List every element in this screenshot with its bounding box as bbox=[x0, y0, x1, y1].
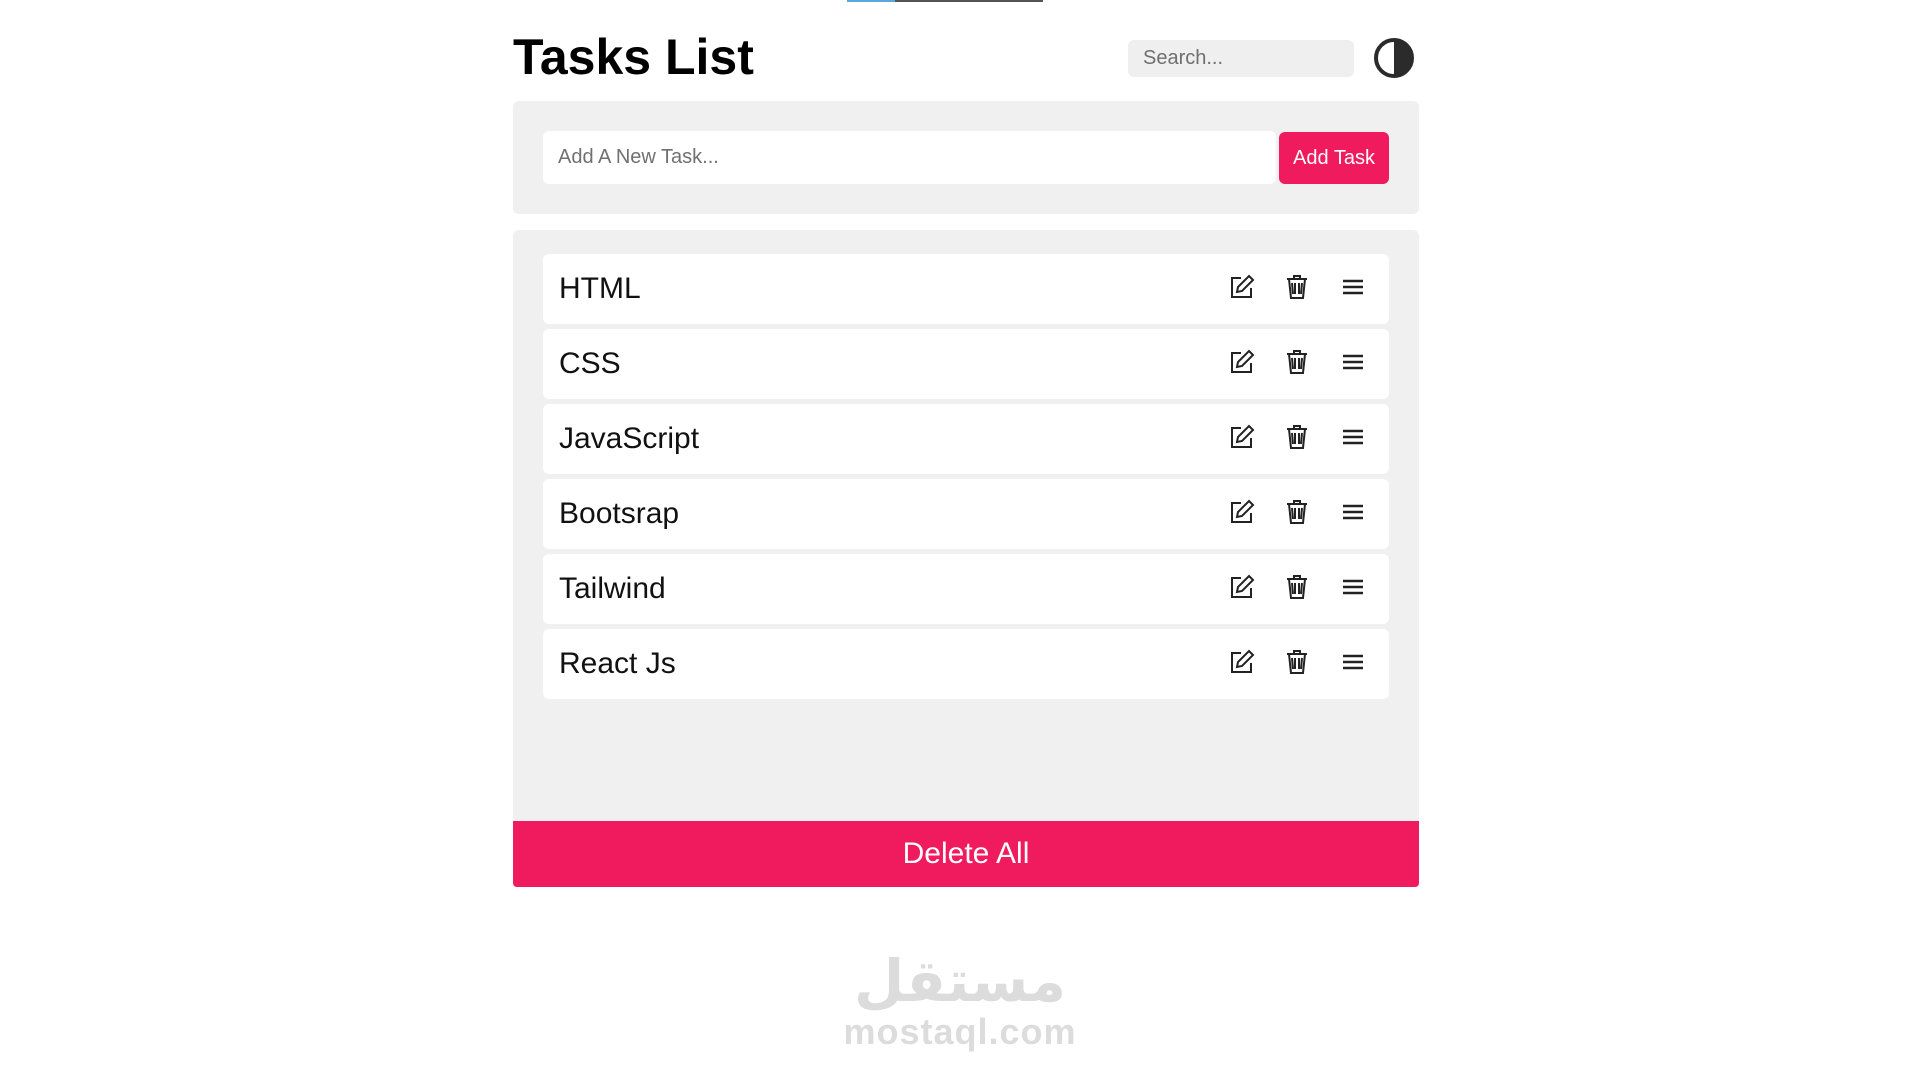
task-label: JavaScript bbox=[559, 422, 700, 455]
delete-button[interactable] bbox=[1280, 495, 1314, 529]
edit-button[interactable] bbox=[1225, 570, 1259, 604]
task-item[interactable]: Bootsrap bbox=[543, 479, 1389, 549]
task-label: Bootsrap bbox=[559, 497, 680, 530]
watermark: مستقل mostaql.com bbox=[820, 950, 1100, 1052]
task-item[interactable]: HTML bbox=[543, 254, 1389, 324]
drag-handle-button[interactable] bbox=[1336, 495, 1370, 529]
trash-icon bbox=[1285, 424, 1309, 450]
task-label: Tailwind bbox=[559, 572, 666, 605]
task-list: HTML CSS JavaScript Bootsrap Tailwind React J… bbox=[513, 230, 1419, 887]
half-circle-contrast-icon bbox=[1374, 38, 1414, 78]
search-input[interactable] bbox=[1128, 40, 1354, 77]
trash-icon bbox=[1285, 499, 1309, 525]
add-task-panel: Add Task bbox=[513, 101, 1419, 214]
delete-button[interactable] bbox=[1280, 645, 1314, 679]
edit-button[interactable] bbox=[1225, 345, 1259, 379]
drag-handle-icon bbox=[1341, 427, 1365, 447]
trash-icon bbox=[1285, 649, 1309, 675]
theme-toggle-button[interactable] bbox=[1372, 36, 1416, 80]
drag-handle-icon bbox=[1341, 652, 1365, 672]
task-label: HTML bbox=[559, 272, 641, 305]
top-progress-indicator bbox=[847, 0, 1043, 2]
trash-icon bbox=[1285, 274, 1309, 300]
task-label: CSS bbox=[559, 347, 621, 380]
task-label: React Js bbox=[559, 647, 676, 680]
drag-handle-button[interactable] bbox=[1336, 645, 1370, 679]
edit-button[interactable] bbox=[1225, 420, 1259, 454]
drag-handle-button[interactable] bbox=[1336, 345, 1370, 379]
task-item[interactable]: JavaScript bbox=[543, 404, 1389, 474]
drag-handle-button[interactable] bbox=[1336, 570, 1370, 604]
task-item[interactable]: Tailwind bbox=[543, 554, 1389, 624]
edit-button[interactable] bbox=[1225, 270, 1259, 304]
edit-icon bbox=[1229, 649, 1255, 675]
edit-icon bbox=[1229, 499, 1255, 525]
page-title: Tasks List bbox=[513, 29, 754, 85]
edit-button[interactable] bbox=[1225, 645, 1259, 679]
delete-all-button[interactable]: Delete All bbox=[513, 821, 1419, 887]
task-item[interactable]: CSS bbox=[543, 329, 1389, 399]
edit-icon bbox=[1229, 424, 1255, 450]
watermark-arabic: مستقل bbox=[853, 947, 1067, 1015]
drag-handle-icon bbox=[1341, 277, 1365, 297]
trash-icon bbox=[1285, 349, 1309, 375]
edit-icon bbox=[1229, 274, 1255, 300]
new-task-input[interactable] bbox=[543, 131, 1276, 184]
progress-accent bbox=[847, 0, 895, 2]
add-task-button[interactable]: Add Task bbox=[1279, 132, 1389, 184]
delete-button[interactable] bbox=[1280, 345, 1314, 379]
drag-handle-icon bbox=[1341, 502, 1365, 522]
delete-button[interactable] bbox=[1280, 570, 1314, 604]
edit-icon bbox=[1229, 574, 1255, 600]
task-item[interactable]: React Js bbox=[543, 629, 1389, 699]
drag-handle-icon bbox=[1341, 352, 1365, 372]
delete-button[interactable] bbox=[1280, 270, 1314, 304]
edit-icon bbox=[1229, 349, 1255, 375]
watermark-latin: mostaql.com bbox=[843, 1011, 1077, 1052]
drag-handle-button[interactable] bbox=[1336, 270, 1370, 304]
delete-button[interactable] bbox=[1280, 420, 1314, 454]
edit-button[interactable] bbox=[1225, 495, 1259, 529]
trash-icon bbox=[1285, 574, 1309, 600]
drag-handle-button[interactable] bbox=[1336, 420, 1370, 454]
page: Tasks List Add Task HTML CSS JavaScript Boo… bbox=[0, 0, 1920, 1080]
drag-handle-icon bbox=[1341, 577, 1365, 597]
